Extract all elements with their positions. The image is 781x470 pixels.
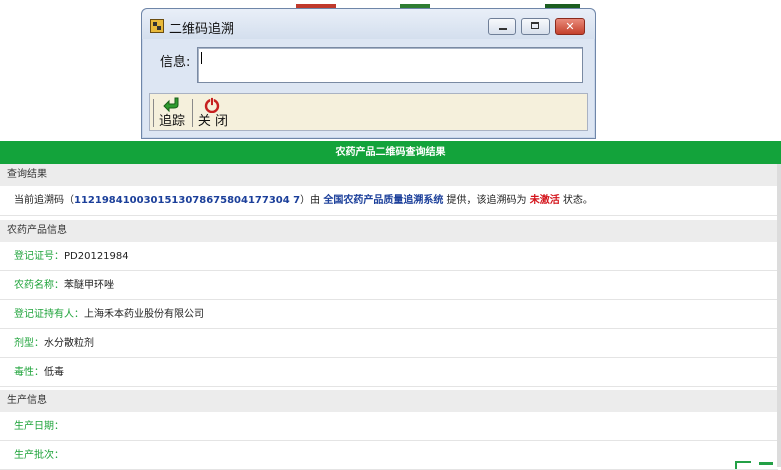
page-scroll-edge — [777, 164, 781, 467]
corner-logo-bar — [759, 462, 773, 465]
corner-logo-mark — [735, 461, 751, 469]
minimize-icon — [499, 28, 507, 30]
production-info-row: 生产日期： — [0, 412, 778, 441]
row-label: 剂型： — [14, 338, 44, 349]
toolbar-separator — [153, 99, 154, 127]
product-info-row: 登记证号：PD20121984 — [0, 242, 778, 271]
query-result-row: 当前追溯码（1121984100301513078675804177304 7）… — [0, 186, 778, 216]
activation-status: 未激活 — [529, 195, 560, 206]
close-x-icon: ✕ — [565, 20, 575, 33]
query-text-prefix: 当前追溯码（ — [14, 195, 74, 206]
trace-button[interactable]: 追踪 — [156, 97, 188, 129]
product-info-row: 毒性：低毒 — [0, 358, 778, 387]
dialog-toolbar: 追踪 关 闭 — [149, 93, 588, 131]
trace-code: 1121984100301513078675804177304 7 — [74, 195, 301, 206]
maximize-button[interactable] — [521, 18, 550, 35]
close-button[interactable]: 关 闭 — [196, 97, 230, 129]
trace-button-label: 追踪 — [158, 114, 185, 129]
production-info-row: 生产批次： — [0, 441, 778, 470]
row-label: 农药名称： — [14, 280, 64, 291]
row-value: 低毒 — [44, 367, 64, 378]
dialog-title: 二维码追溯 — [169, 22, 235, 37]
toolbar-separator — [192, 99, 193, 127]
trace-dialog-window: 二维码追溯 ✕ 信息: 追踪 关 闭 — [141, 8, 596, 139]
product-info-row: 农药名称：苯醚甲环唑 — [0, 271, 778, 300]
info-label: 信息: — [160, 55, 191, 70]
info-input[interactable] — [197, 47, 583, 83]
row-value: 苯醚甲环唑 — [64, 280, 114, 291]
row-label: 生产日期： — [14, 421, 64, 432]
qr-app-icon — [150, 19, 164, 33]
query-text-suffix: 状态。 — [562, 195, 593, 206]
row-value: PD20121984 — [64, 251, 129, 262]
window-close-button[interactable]: ✕ — [555, 18, 585, 35]
text-caret — [201, 52, 202, 64]
product-info-row: 登记证持有人：上海禾本药业股份有限公司 — [0, 300, 778, 329]
minimize-button[interactable] — [488, 18, 516, 35]
close-button-label: 关 闭 — [197, 114, 229, 129]
query-text-mid: ）由 — [300, 195, 321, 206]
row-label: 登记证持有人： — [14, 309, 84, 320]
row-value: 水分散粒剂 — [44, 338, 94, 349]
result-banner: 农药产品二维码查询结果 — [0, 141, 781, 164]
trace-system-name: 全国农药产品质量追溯系统 — [323, 195, 444, 206]
row-label: 生产批次： — [14, 450, 64, 461]
row-label: 毒性： — [14, 367, 44, 378]
product-section-header: 农药产品信息 — [0, 220, 781, 242]
product-info-row: 剂型：水分散粒剂 — [0, 329, 778, 358]
production-section-header: 生产信息 — [0, 390, 781, 412]
maximize-icon — [531, 22, 539, 29]
dialog-titlebar[interactable]: 二维码追溯 ✕ — [142, 9, 595, 39]
query-section-header: 查询结果 — [0, 164, 781, 186]
row-value: 上海禾本药业股份有限公司 — [84, 309, 204, 320]
row-label: 登记证号： — [14, 251, 64, 262]
query-text-mid2: 提供，该追溯码为 — [446, 195, 527, 206]
